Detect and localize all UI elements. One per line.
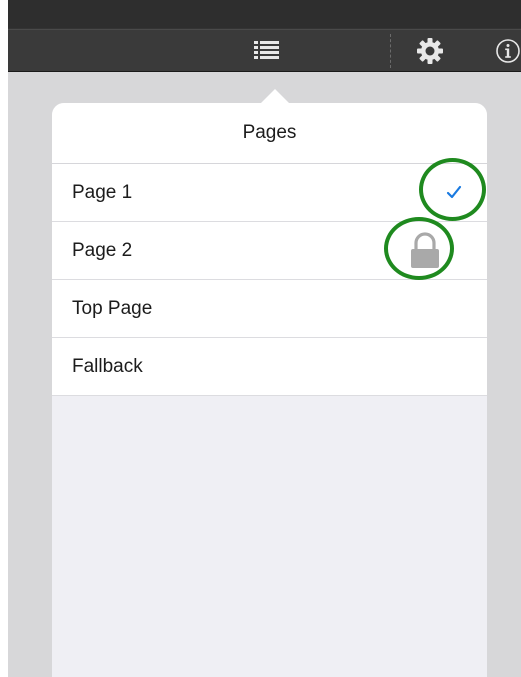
list-item-page-1[interactable]: Page 1 (52, 158, 487, 222)
list-item-label: Page 1 (72, 181, 133, 203)
toolbar-divider (8, 29, 521, 30)
info-icon[interactable] (494, 36, 521, 66)
popover-arrow (261, 89, 289, 103)
top-toolbar (8, 0, 521, 72)
list-item-fallback[interactable]: Fallback (52, 338, 487, 396)
checkmark-icon (446, 185, 462, 199)
lock-icon (411, 232, 439, 268)
toolbar-separator (390, 34, 391, 68)
gear-icon[interactable] (413, 36, 447, 66)
pages-popover: Pages Page 1 Page 2 Top Page Fallback (52, 103, 487, 677)
popover-title: Pages (52, 103, 487, 164)
list-item-label: Top Page (72, 297, 153, 319)
list-item-page-2[interactable]: Page 2 (52, 217, 487, 280)
list-item-top-page[interactable]: Top Page (52, 280, 487, 338)
app-screen: Pages Page 1 Page 2 Top Page Fallback (8, 0, 521, 677)
list-item-label: Fallback (72, 355, 143, 377)
list-icon[interactable] (252, 36, 282, 66)
